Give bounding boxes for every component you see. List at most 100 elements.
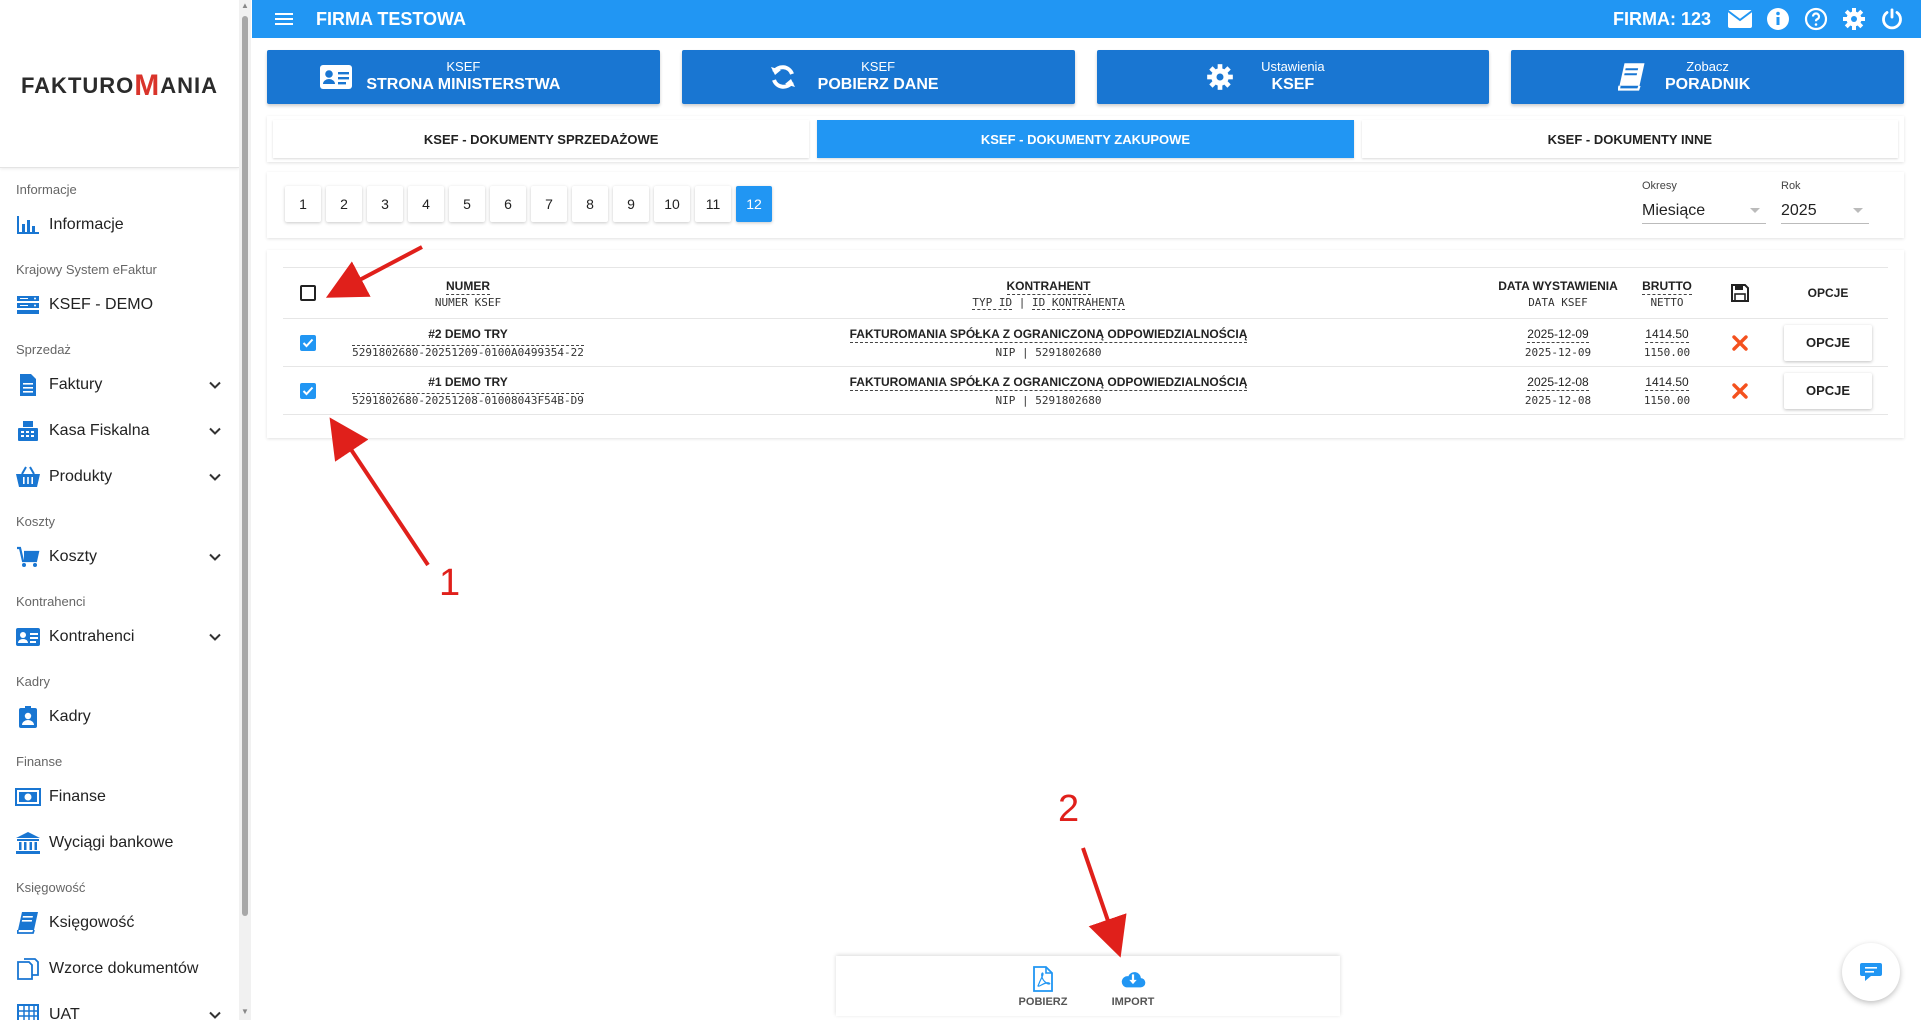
document-icon <box>15 374 41 396</box>
sidebar-item-kasa-fiskalna[interactable]: Kasa Fiskalna <box>0 408 239 454</box>
sidebar-item-księgowość[interactable]: Księgowość <box>0 900 239 946</box>
chevron-down-icon <box>1750 208 1760 213</box>
sidebar-item-kontrahenci[interactable]: Kontrahenci <box>0 614 239 660</box>
page-button-4[interactable]: 4 <box>408 186 444 222</box>
select-all-checkbox[interactable] <box>300 285 316 301</box>
cell-numer[interactable]: #2 DEMO TRY 5291802680-20251209-0100A0499… <box>333 325 603 361</box>
sidebar-item-label: Wyciągi bankowe <box>49 834 174 851</box>
cash-register-icon <box>15 420 41 442</box>
page-button-7[interactable]: 7 <box>531 186 567 222</box>
sidebar-item-ksef-demo[interactable]: KSEF - DEMO <box>0 282 239 328</box>
row-checkbox[interactable] <box>300 382 316 399</box>
sidebar-item-koszty[interactable]: Koszty <box>0 534 239 580</box>
header-data[interactable]: DATA WYSTAWIENIA DATA KSEF <box>1494 277 1622 309</box>
kontrahent-name: FAKTUROMANIA SPÓŁKA Z OGRANICZONĄ ODPOWI… <box>849 326 1248 343</box>
page-button-8[interactable]: 8 <box>572 186 608 222</box>
nav-section-title: Informacje <box>16 182 77 197</box>
header-kwota[interactable]: BRUTTO NETTO <box>1622 277 1712 309</box>
ksef-date: 2025-12-08 <box>1524 393 1592 407</box>
ksef-button-strona-ministerstwa[interactable]: KSEF STRONA MINISTERSTWA <box>267 50 660 104</box>
page-button-1[interactable]: 1 <box>285 186 321 222</box>
rok-label: Rok <box>1781 180 1801 192</box>
id-separator: | <box>1022 393 1029 407</box>
delete-x-icon[interactable] <box>1732 334 1748 351</box>
import-button[interactable]: IMPORT <box>1103 966 1163 1016</box>
scroll-down-arrow[interactable]: ▼ <box>241 1008 249 1016</box>
tab-sprzedazowe[interactable]: KSEF - DOKUMENTY SPRZEDAŻOWE <box>273 120 810 158</box>
mail-icon[interactable] <box>1727 6 1753 32</box>
sidebar-item-wyciągi-bankowe[interactable]: Wyciągi bankowe <box>0 820 239 866</box>
sidebar-item-informacje[interactable]: Informacje <box>0 202 239 248</box>
copy-icon <box>15 958 41 980</box>
save-icon[interactable] <box>1730 283 1750 303</box>
tab-inne[interactable]: KSEF - DOKUMENTY INNE <box>1361 120 1898 158</box>
sidebar-item-kadry[interactable]: Kadry <box>0 694 239 740</box>
chart-icon <box>15 214 41 236</box>
scroll-up-arrow[interactable]: ▲ <box>241 2 249 10</box>
sidebar-item-finanse[interactable]: Finanse <box>0 774 239 820</box>
okresy-value-box[interactable]: Miesiące <box>1642 198 1766 224</box>
refresh-icon <box>766 60 800 94</box>
ksef-button-main: PORADNIK <box>1664 76 1751 94</box>
chat-icon <box>1860 963 1882 981</box>
chat-button[interactable] <box>1842 943 1900 1001</box>
page-button-3[interactable]: 3 <box>367 186 403 222</box>
topbar: FIRMA TESTOWA FIRMA: 123 <box>252 0 1921 38</box>
power-icon[interactable] <box>1879 6 1905 32</box>
okresy-label: Okresy <box>1642 180 1677 192</box>
help-icon[interactable] <box>1803 6 1829 32</box>
page-button-2[interactable]: 2 <box>326 186 362 222</box>
company-name: FIRMA TESTOWA <box>316 8 466 29</box>
nav-section-title: Kontrahenci <box>16 594 86 609</box>
sidebar-item-wzorce-dokumentów[interactable]: Wzorce dokumentów <box>0 946 239 992</box>
tab-zakupowe[interactable]: KSEF - DOKUMENTY ZAKUPOWE <box>817 120 1354 158</box>
sidebar-item-label: Finanse <box>49 788 106 805</box>
row-checkbox[interactable] <box>300 334 316 351</box>
rok-value-box[interactable]: 2025 <box>1781 198 1869 224</box>
header-kontrahent[interactable]: KONTRAHENT TYP ID | ID KONTRAHENTA <box>603 277 1494 310</box>
gear-icon[interactable] <box>1841 6 1867 32</box>
row-options-button[interactable]: OPCJE <box>1784 372 1872 409</box>
page-button-10[interactable]: 10 <box>654 186 690 222</box>
sidebar-item-produkty[interactable]: Produkty <box>0 454 239 500</box>
sidebar-item-label: Księgowość <box>49 914 135 931</box>
page-button-12[interactable]: 12 <box>736 186 772 222</box>
chevron-down-icon <box>209 1011 221 1019</box>
row-options-button[interactable]: OPCJE <box>1784 324 1872 361</box>
page-button-5[interactable]: 5 <box>449 186 485 222</box>
nav-section-title: Księgowość <box>16 880 86 895</box>
chevron-down-icon <box>209 633 221 641</box>
sidebar-scrollbar[interactable]: ▲ ▼ <box>239 0 251 1020</box>
info-icon[interactable] <box>1765 6 1791 32</box>
ksef-date: 2025-12-09 <box>1524 345 1592 359</box>
annotation-number-2: 2 <box>1058 788 1080 830</box>
annotation-arrow-1b <box>329 417 430 567</box>
rok-select[interactable]: Rok 2025 <box>1781 180 1869 224</box>
server-icon <box>15 294 41 316</box>
sidebar-item-uat[interactable]: UAT <box>0 992 239 1020</box>
pobierz-button[interactable]: POBIERZ <box>1013 966 1073 1016</box>
document-tabs: KSEF - DOKUMENTY SPRZEDAŻOWE KSEF - DOKUM… <box>267 116 1904 162</box>
sidebar-item-faktury[interactable]: Faktury <box>0 362 239 408</box>
book-icon <box>15 912 41 934</box>
logo[interactable]: FAKTUROMANIA <box>0 0 239 168</box>
cell-numer[interactable]: #1 DEMO TRY 5291802680-20251208-01008043F… <box>333 373 603 409</box>
annotation-number-1: 1 <box>439 562 461 604</box>
scrollbar-thumb[interactable] <box>242 16 248 916</box>
basket-icon <box>15 466 41 488</box>
page-button-11[interactable]: 11 <box>695 186 731 222</box>
hamburger-menu-icon[interactable] <box>272 7 296 31</box>
okresy-select[interactable]: Okresy Miesiące <box>1642 180 1766 224</box>
sidebar-nav: Informacje Informacje Krajowy System eFakt… <box>0 177 239 1020</box>
sidebar-item-label: Kasa Fiskalna <box>49 422 150 439</box>
page-button-9[interactable]: 9 <box>613 186 649 222</box>
ksef-button-ksef[interactable]: Ustawienia KSEF <box>1096 50 1490 104</box>
ksef-button-main: STRONA MINISTERSTWA <box>366 76 561 94</box>
ksef-button-pobierz-dane[interactable]: KSEF POBIERZ DANE <box>681 50 1075 104</box>
page-button-6[interactable]: 6 <box>490 186 526 222</box>
delete-x-icon[interactable] <box>1732 382 1748 399</box>
header-numer[interactable]: NUMER NUMER KSEF <box>333 277 603 309</box>
okresy-value: Miesiące <box>1642 201 1706 219</box>
sidebar-item-label: Kontrahenci <box>49 628 135 645</box>
ksef-button-poradnik[interactable]: Zobacz PORADNIK <box>1511 50 1904 104</box>
